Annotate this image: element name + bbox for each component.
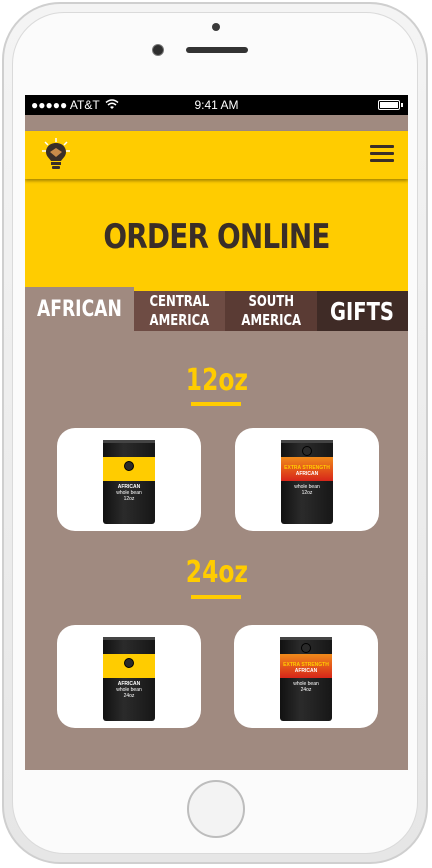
tab-label: AFRICAN (36, 296, 122, 322)
bulb-icon (124, 461, 134, 471)
app-screen: ●●●●● AT&T 9:41 AM ORDER ONLINE AFRICAN … (25, 95, 408, 770)
product-card[interactable]: AFRICAN whole bean 24oz (57, 625, 201, 728)
earpiece-speaker (186, 47, 248, 53)
hero-banner: ORDER ONLINE (25, 179, 408, 291)
section-underline (191, 402, 241, 406)
page-title: ORDER ONLINE (103, 217, 330, 257)
section-title-24oz: 24oz (185, 555, 248, 590)
product-name: AFRICAN (294, 668, 318, 674)
tab-african[interactable]: AFRICAN (25, 287, 134, 331)
coffee-bag-image: EXTRA STRENGTH AFRICAN whole bean 12oz (281, 440, 333, 524)
section-underline (191, 595, 241, 599)
product-card[interactable]: EXTRA STRENGTH AFRICAN whole bean 12oz (235, 428, 379, 531)
bulb-icon (302, 446, 312, 456)
battery-icon (378, 100, 403, 110)
lightbulb-logo-icon[interactable] (39, 137, 73, 173)
coffee-bag-image: AFRICAN whole bean 12oz (103, 440, 155, 524)
bulb-icon (124, 658, 134, 668)
coffee-bag-image: EXTRA STRENGTH AFRICAN whole bean 24oz (280, 637, 332, 721)
product-size: 12oz (123, 496, 135, 502)
hamburger-menu-icon[interactable] (370, 145, 394, 163)
region-tabs: AFRICAN CENTRAL AMERICA SOUTH AMERICA GI… (25, 287, 408, 331)
product-name: AFRICAN (295, 471, 319, 477)
product-card[interactable]: AFRICAN whole bean 12oz (57, 428, 201, 531)
tab-south-america[interactable]: SOUTH AMERICA (225, 291, 317, 331)
section-title-12oz: 12oz (185, 363, 248, 398)
product-size: 24oz (300, 687, 312, 693)
tab-label: CENTRAL AMERICA (149, 292, 210, 329)
coffee-bag-image: AFRICAN whole bean 24oz (103, 637, 155, 721)
product-size: 12oz (301, 490, 313, 496)
top-nav-bar (25, 131, 408, 179)
front-sensor (212, 23, 220, 31)
status-bar: ●●●●● AT&T 9:41 AM (25, 95, 408, 115)
tab-label: GIFTS (330, 296, 395, 326)
front-camera (152, 44, 164, 56)
tab-central-america[interactable]: CENTRAL AMERICA (133, 291, 226, 331)
product-size: 24oz (123, 693, 135, 699)
tab-gifts[interactable]: GIFTS (316, 291, 408, 331)
tab-label: SOUTH AMERICA (241, 292, 301, 329)
product-card[interactable]: EXTRA STRENGTH AFRICAN whole bean 24oz (234, 625, 378, 728)
home-button[interactable] (187, 780, 245, 838)
bulb-icon (301, 643, 311, 653)
status-time: 9:41 AM (194, 98, 239, 112)
